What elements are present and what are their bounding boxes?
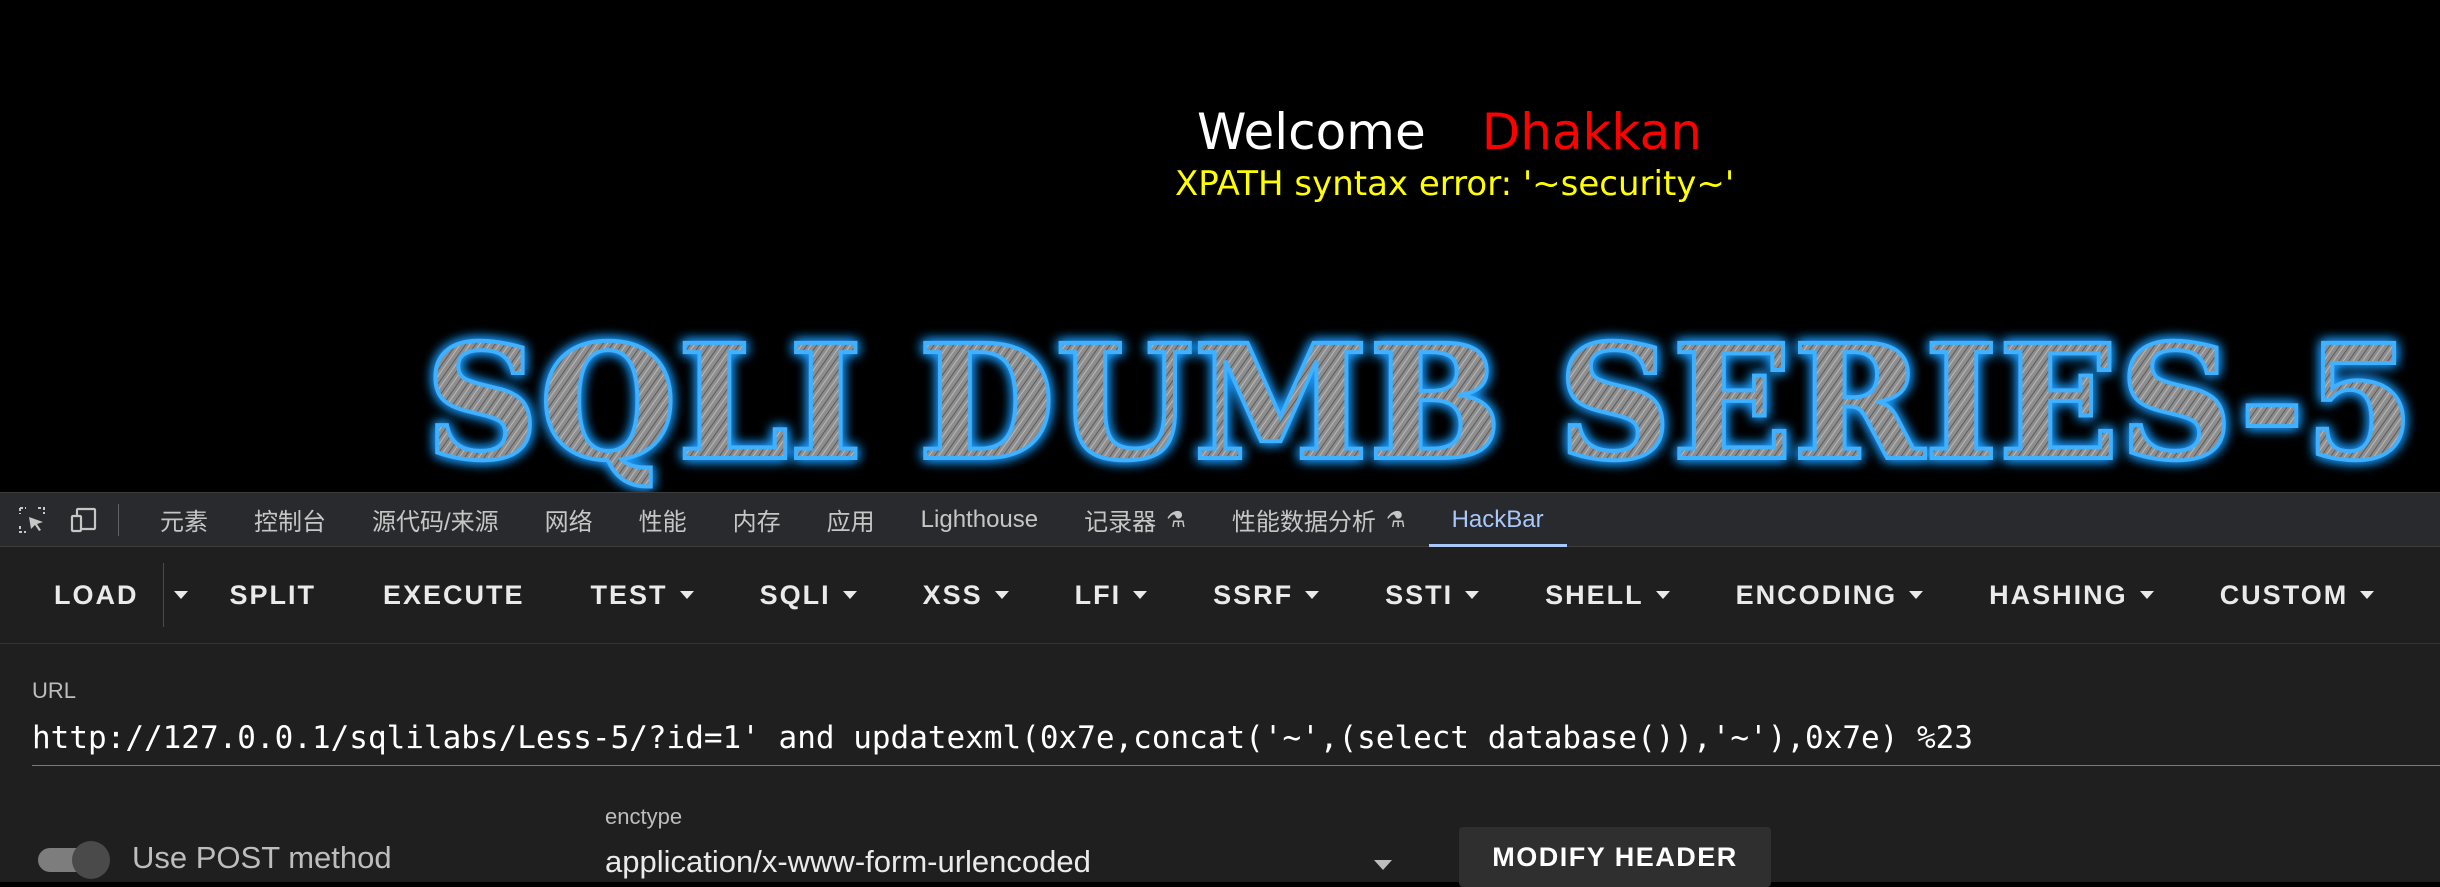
caret-down-icon	[1909, 591, 1924, 599]
caret-down-icon	[2139, 591, 2154, 599]
url-input[interactable]	[32, 710, 2440, 766]
caret-down-icon	[2360, 591, 2375, 599]
hashing-label: HASHING	[1989, 579, 2128, 610]
tab-console[interactable]: 控制台	[231, 492, 349, 547]
toggle-thumb	[72, 841, 110, 879]
tab-label: Lighthouse	[920, 505, 1039, 533]
welcome-line: Welcome Dhakkan	[1197, 102, 1702, 162]
ssti-menu-button[interactable]: SSTI	[1385, 563, 1480, 627]
encoding-menu-button[interactable]: ENCODING	[1736, 563, 1924, 627]
tab-network[interactable]: 网络	[522, 492, 616, 547]
welcome-text: Welcome	[1197, 103, 1426, 161]
test-menu-button[interactable]: TEST	[591, 563, 694, 627]
load-button-group: LOAD	[30, 563, 198, 627]
device-toolbar-icon[interactable]	[64, 500, 104, 540]
custom-label: CUSTOM	[2219, 579, 2349, 610]
tab-performance-insights[interactable]: 性能数据分析 ⚗	[1209, 492, 1429, 547]
split-button[interactable]: SPLIT	[230, 563, 317, 627]
tab-performance[interactable]: 性能	[616, 492, 710, 547]
devtools-tab-bar: 元素 控制台 源代码/来源 网络 性能 内存 应用 Lighthouse 记录器…	[0, 492, 2440, 547]
tab-lighthouse[interactable]: Lighthouse	[898, 492, 1061, 547]
tab-label: 性能	[638, 509, 687, 536]
shell-menu-button[interactable]: SHELL	[1545, 563, 1670, 627]
tab-recorder[interactable]: 记录器 ⚗	[1061, 492, 1209, 547]
tab-memory[interactable]: 内存	[710, 492, 804, 547]
enctype-select[interactable]: application/x-www-form-urlencoded	[605, 844, 1400, 882]
sqli-label: SQLI	[759, 579, 831, 610]
caret-down-icon	[679, 591, 694, 599]
post-method-toggle[interactable]	[34, 841, 110, 879]
caret-down-icon	[994, 591, 1009, 599]
banner-image: SQLI DUMB SERIES-5	[423, 309, 2417, 492]
caret-down-icon	[173, 591, 188, 599]
web-page: Welcome Dhakkan XPATH syntax error: '~sec…	[0, 0, 2440, 492]
tab-label: 内存	[732, 509, 781, 536]
encoding-label: ENCODING	[1735, 579, 1898, 610]
custom-menu-button[interactable]: CUSTOM	[2220, 563, 2375, 627]
enctype-value: application/x-www-form-urlencoded	[605, 844, 1091, 879]
tab-label: HackBar	[1451, 505, 1544, 533]
banner-title: SQLI DUMB SERIES-5	[425, 311, 2415, 492]
enctype-label: enctype	[605, 804, 683, 829]
tab-label: 网络	[544, 509, 593, 536]
hashing-menu-button[interactable]: HASHING	[1989, 563, 2154, 627]
post-method-label: Use POST method	[132, 840, 392, 875]
sqli-menu-button[interactable]: SQLI	[760, 563, 857, 627]
caret-down-icon	[842, 591, 857, 599]
hackbar-toolbar: LOAD SPLIT EXECUTE TEST SQLI XSS LFI SSR…	[0, 547, 2440, 644]
tab-elements[interactable]: 元素	[137, 492, 231, 547]
ssrf-label: SSRF	[1213, 579, 1294, 610]
execute-label: EXECUTE	[383, 579, 525, 610]
modify-header-label: MODIFY HEADER	[1492, 841, 1738, 872]
error-message: XPATH syntax error: '~security~'	[1175, 164, 1735, 204]
tab-label: 记录器	[1084, 509, 1157, 536]
flask-icon: ⚗	[1385, 506, 1406, 532]
lfi-label: LFI	[1074, 579, 1122, 610]
tab-application[interactable]: 应用	[804, 492, 898, 547]
caret-down-icon	[1655, 591, 1670, 599]
shell-label: SHELL	[1545, 579, 1644, 610]
toolbar-divider	[118, 503, 119, 536]
caret-down-icon	[1305, 591, 1320, 599]
load-menu-button[interactable]	[164, 563, 198, 627]
xss-menu-button[interactable]: XSS	[923, 563, 1009, 627]
welcome-username: Dhakkan	[1481, 103, 1702, 161]
execute-button[interactable]: EXECUTE	[383, 563, 525, 627]
lfi-menu-button[interactable]: LFI	[1075, 563, 1148, 627]
flask-icon: ⚗	[1166, 506, 1186, 532]
load-button[interactable]: LOAD	[30, 563, 163, 627]
tab-sources[interactable]: 源代码/来源	[349, 492, 522, 547]
test-label: TEST	[590, 579, 668, 610]
split-label: SPLIT	[229, 579, 317, 610]
tab-hackbar[interactable]: HackBar	[1428, 492, 1567, 547]
ssrf-menu-button[interactable]: SSRF	[1213, 563, 1320, 627]
tab-label: 控制台	[254, 509, 326, 536]
url-label: URL	[32, 678, 77, 703]
caret-down-icon	[1133, 591, 1148, 599]
caret-down-icon	[1465, 591, 1480, 599]
tab-label: 源代码/来源	[372, 509, 499, 536]
ssti-label: SSTI	[1385, 579, 1454, 610]
tab-label: 应用	[826, 509, 875, 536]
load-label: LOAD	[54, 579, 139, 610]
modify-header-button[interactable]: MODIFY HEADER	[1459, 827, 1771, 887]
tab-label: 性能数据分析	[1231, 509, 1376, 536]
inspect-element-icon[interactable]	[12, 500, 52, 540]
chevron-down-icon	[1374, 860, 1392, 870]
hackbar-body: URL Use POST method enctype application/…	[0, 644, 2440, 887]
tab-label: 元素	[160, 509, 208, 536]
xss-label: XSS	[922, 579, 983, 610]
